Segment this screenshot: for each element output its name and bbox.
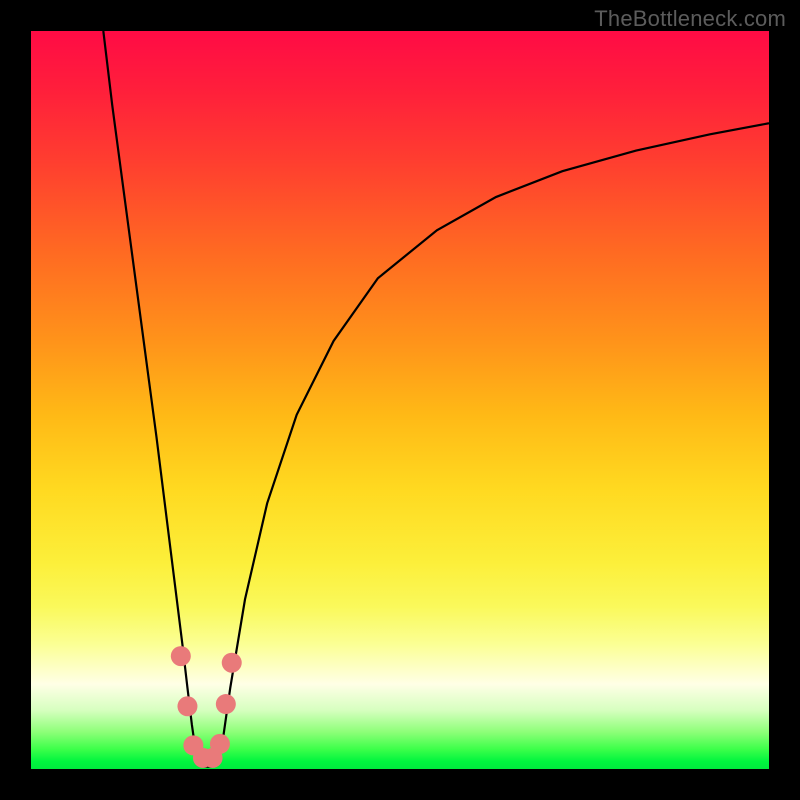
chart-svg <box>31 31 769 769</box>
marker-m6 <box>210 734 230 754</box>
curve-right-branch <box>218 123 769 764</box>
marker-m7 <box>216 694 236 714</box>
marker-group <box>171 646 242 768</box>
plot-area <box>31 31 769 769</box>
marker-m8 <box>222 653 242 673</box>
chart-frame: TheBottleneck.com <box>0 0 800 800</box>
marker-m1 <box>171 646 191 666</box>
marker-m2 <box>177 696 197 716</box>
watermark-text: TheBottleneck.com <box>594 6 786 32</box>
